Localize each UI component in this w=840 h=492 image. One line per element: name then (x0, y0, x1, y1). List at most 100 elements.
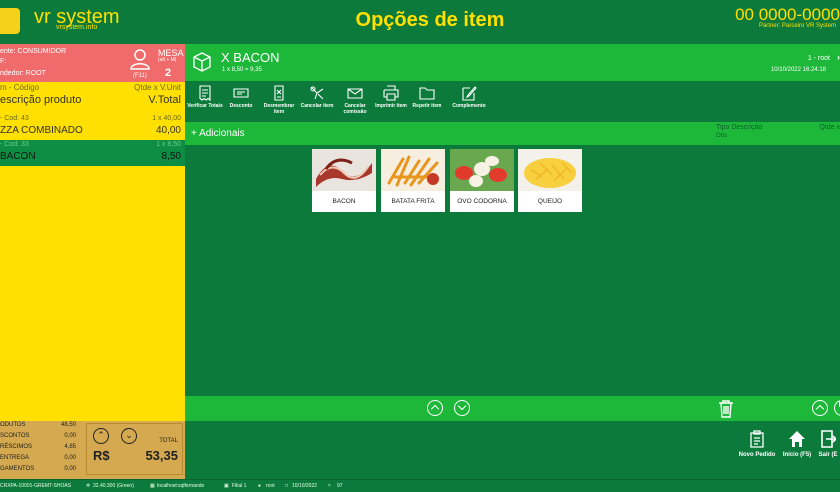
total-row: RÉSCIMOS 4,85 (0, 444, 80, 454)
action-label: Início (F5) (782, 452, 812, 458)
total-row-label: ENTREGA (0, 455, 30, 461)
additional-tile-batata-frita[interactable]: BATATA FRITA (381, 149, 445, 212)
bacon-image (312, 149, 376, 191)
item-qty: 1 x 8,50 (156, 141, 181, 148)
total-row-value: 0,00 (64, 433, 76, 439)
chevron-up-icon[interactable]: ⌃ (93, 428, 109, 444)
fries-image (381, 149, 445, 191)
currency-label: R$ (93, 448, 110, 463)
page-title: Opções de item (355, 9, 505, 31)
mesa-shortcut: (alt + M) (158, 57, 177, 63)
customer-section[interactable]: ente: CONSUMIDOR F: ndedor: ROOT (F11) M… (0, 44, 185, 82)
totals-panel: ODUTOS 48,50 SCONTOS 0,00 RÉSCIMOS 4,85 … (0, 421, 185, 479)
order-panel: ente: CONSUMIDOR F: ndedor: ROOT (F11) M… (0, 44, 185, 421)
col-code: m - Código (0, 83, 40, 92)
additional-tile-bacon[interactable]: BACON (312, 149, 376, 212)
home-button[interactable]: Início (F5) (777, 430, 817, 458)
additionals-header: Tipo Descrição (716, 124, 762, 131)
user-label: 1 - root (807, 55, 830, 62)
scroll-down-icon[interactable] (454, 400, 470, 416)
product-name: X BACON (221, 50, 280, 65)
exit-icon (821, 430, 836, 448)
total-row-value: 4,85 (64, 444, 76, 450)
col-qty: Qtde x V.Unit (134, 83, 181, 92)
additional-tile-queijo[interactable]: QUEIJO (518, 149, 582, 212)
total-row-value: 0,00 (64, 455, 76, 461)
cancel-item-button[interactable]: Cancelar item (299, 85, 335, 109)
complement-button[interactable]: Complemento (449, 85, 489, 109)
item-total: 8,50 (161, 151, 181, 162)
calendar-icon: □ (285, 483, 289, 489)
receipt-icon (199, 85, 211, 101)
item-code: - Cod: 33 (0, 141, 29, 148)
total-row: ODUTOS 48,50 (0, 422, 80, 432)
verify-totals-button[interactable]: Verificar Totais (187, 85, 223, 109)
cancel-item-icon (310, 86, 324, 100)
tool-label: Cancelar item (300, 103, 334, 109)
total-row-label: SCONTOS (0, 433, 30, 439)
additional-tile-ovo-codorna[interactable]: OVO CODORNA (450, 149, 514, 212)
status-pc: CRXPA-10001-GREMT-SHOAS (0, 483, 72, 489)
order-item-selected[interactable]: - Cod: 33 1 x 8,50 BACON 8,50 (0, 140, 185, 166)
header-obs: Obs (716, 133, 728, 139)
cheese-image (518, 149, 582, 191)
status-host: localhost:sqlfernando (157, 483, 205, 489)
split-item-button[interactable]: Desmembrar item (261, 85, 297, 115)
product-detail: 1 x 8,50 = 9,35 (222, 67, 262, 73)
item-name: BACON (0, 151, 36, 162)
action-label: Sair (E (818, 452, 838, 458)
status-date: 10/10/2022 (292, 483, 318, 489)
tool-label: Verificar Totais (187, 103, 223, 109)
item-qty: 1 x 40,00 (152, 115, 181, 122)
tool-label: Complemento (452, 103, 486, 109)
scroll-down-icon[interactable] (834, 400, 840, 416)
partner-label: Partner: Parceiro VR System (758, 23, 836, 29)
order-item[interactable]: - Cod: 43 1 x 40,00 ZZA COMBINADO 40,00 (0, 114, 185, 140)
col-total: V.Total (148, 94, 181, 106)
customer-name: ente: CONSUMIDOR (0, 48, 67, 55)
tool-label: Cancelar comissão (343, 103, 367, 115)
seller-name: ndedor: ROOT (0, 70, 46, 77)
user-small-icon: ● (258, 483, 262, 489)
scroll-up-icon[interactable] (812, 400, 828, 416)
user-icon[interactable] (130, 48, 150, 70)
print-item-button[interactable]: Imprimir item (373, 85, 409, 109)
tool-label: Imprimir item (375, 103, 407, 109)
datetime-label: 10/10/2022 16:24:18 (770, 67, 826, 73)
tile-label: QUEIJO (537, 198, 563, 205)
database-icon: ▦ (150, 483, 155, 489)
total-row: SCONTOS 0,00 (0, 433, 80, 443)
envelope-icon (347, 88, 363, 99)
scroll-up-icon[interactable] (427, 400, 443, 416)
box-icon (193, 52, 211, 72)
discount-button[interactable]: Desconto (223, 85, 259, 109)
header-type: Tipo (716, 124, 730, 131)
header-qty: Qtde x (819, 124, 840, 131)
folder-icon (419, 87, 435, 100)
status-version: 32.40.300 (Green) (93, 483, 134, 489)
total-row-value: 48,50 (60, 422, 76, 428)
branch-icon: ▣ (224, 483, 229, 489)
exit-button[interactable]: Sair (E (813, 430, 840, 458)
status-bar: CRXPA-10001-GREMT-SHOAS ✲ 32.40.300 (Gre… (0, 479, 840, 492)
new-order-button[interactable]: Novo Pedido (737, 430, 777, 458)
cancel-commission-button[interactable]: Cancelar comissão (337, 85, 373, 115)
tile-label: BACON (332, 198, 356, 205)
repeat-item-button[interactable]: Repetir item (409, 85, 445, 109)
quail-egg-image (450, 149, 514, 191)
status-num: 97 (337, 483, 343, 489)
scroll-bar (185, 396, 840, 421)
items-header-desc: escrição produto V.Total (0, 94, 185, 106)
item-code: - Cod: 43 (0, 115, 29, 122)
status-user: root (266, 483, 275, 489)
tile-label: OVO CODORNA (457, 198, 507, 205)
col-desc: escrição produto (0, 94, 82, 106)
ticket-icon (233, 88, 249, 98)
action-label: Novo Pedido (738, 452, 776, 458)
support-phone: 00 0000-0000 (735, 5, 840, 24)
chevron-down-icon[interactable]: ⌄ (121, 428, 137, 444)
additionals-toggle[interactable]: + Adicionais (191, 128, 245, 139)
trash-icon[interactable] (718, 399, 734, 418)
clipboard-icon (750, 430, 764, 448)
customer-doc: F: (0, 58, 7, 65)
